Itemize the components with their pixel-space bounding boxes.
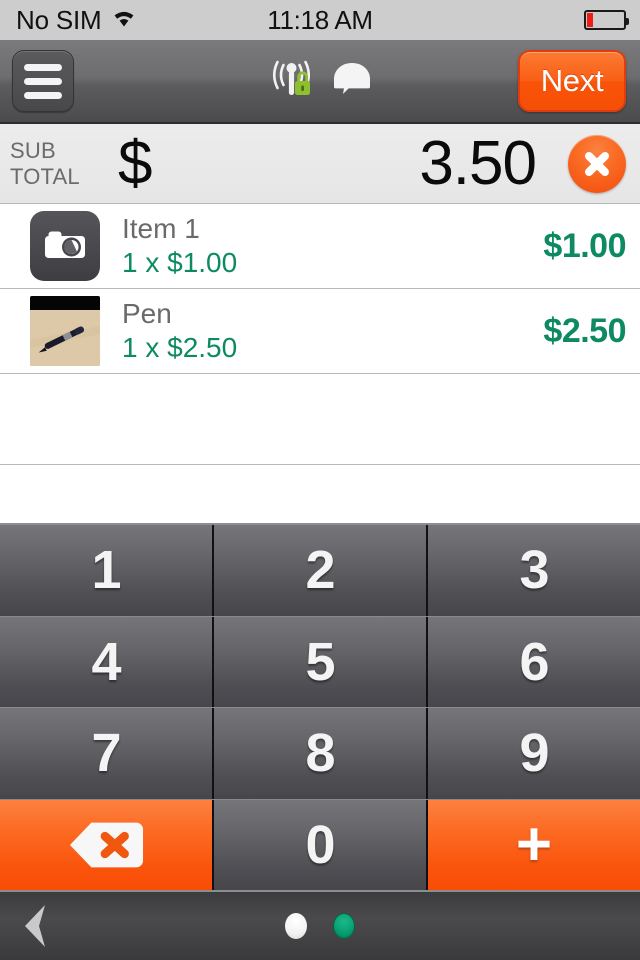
key-5[interactable]: 5 bbox=[214, 616, 428, 707]
table-row[interactable]: Item 1 1 x $1.00 $1.00 bbox=[0, 204, 640, 289]
key-3[interactable]: 3 bbox=[428, 525, 640, 616]
pen-photo bbox=[30, 296, 100, 366]
hamburger-menu-button[interactable] bbox=[12, 50, 74, 112]
menu-line-2 bbox=[24, 77, 62, 85]
key-label: 3 bbox=[519, 540, 549, 601]
keypad-row: 4 5 6 bbox=[0, 616, 640, 708]
key-2[interactable]: 2 bbox=[214, 525, 428, 616]
item-line-total: $2.50 bbox=[543, 311, 626, 350]
key-label: 7 bbox=[91, 723, 121, 784]
key-label: 0 bbox=[305, 814, 335, 875]
page-dot-2[interactable] bbox=[333, 913, 355, 939]
subtotal-label-line1: SUB bbox=[10, 137, 56, 163]
key-plus[interactable]: + bbox=[428, 799, 640, 890]
next-button[interactable]: Next bbox=[518, 50, 626, 112]
key-label: 4 bbox=[91, 631, 121, 692]
clear-amount-button[interactable] bbox=[568, 134, 626, 193]
key-1[interactable]: 1 bbox=[0, 525, 214, 616]
status-bar-right bbox=[584, 0, 629, 40]
status-time: 11:18 AM bbox=[267, 4, 373, 35]
status-bar: No SIM 11:18 AM bbox=[0, 0, 640, 40]
key-8[interactable]: 8 bbox=[214, 708, 428, 799]
key-6[interactable]: 6 bbox=[428, 616, 640, 707]
empty-list-row bbox=[0, 374, 640, 465]
key-label: 9 bbox=[519, 723, 549, 784]
battery-level-fill bbox=[587, 13, 593, 27]
camera-icon bbox=[30, 211, 100, 281]
key-label: 8 bbox=[305, 723, 335, 784]
key-0[interactable]: 0 bbox=[214, 799, 428, 890]
subtotal-amount: 3.50 bbox=[419, 128, 537, 198]
item-quantity-price: 1 x $1.00 bbox=[122, 247, 238, 278]
key-9[interactable]: 9 bbox=[428, 708, 640, 799]
key-label: 1 bbox=[91, 540, 121, 601]
empty-list-row bbox=[0, 465, 640, 523]
backspace-delete-icon bbox=[68, 821, 144, 869]
menu-line-3 bbox=[24, 91, 62, 99]
bottom-toolbar bbox=[0, 890, 640, 960]
subtotal-bar: SUB TOTAL $ 3.50 bbox=[0, 124, 640, 204]
close-x-icon bbox=[585, 151, 609, 176]
subtotal-label-line2: TOTAL bbox=[10, 163, 80, 189]
keypad-row: 0 + bbox=[0, 799, 640, 890]
menu-line-1 bbox=[24, 63, 62, 71]
next-button-label: Next bbox=[540, 63, 604, 98]
plus-icon: + bbox=[515, 809, 553, 879]
speech-bubble-icon bbox=[330, 60, 374, 103]
item-thumbnail bbox=[30, 211, 100, 281]
currency-symbol: $ bbox=[118, 128, 153, 198]
page-dot-1[interactable] bbox=[285, 913, 307, 939]
keypad-row: 7 8 9 bbox=[0, 708, 640, 800]
battery-icon bbox=[584, 10, 629, 30]
key-label: 2 bbox=[305, 540, 335, 601]
cart-item-list[interactable]: Item 1 1 x $1.00 $1.00 Pen 1 x $2.50 $2.… bbox=[0, 204, 640, 523]
navigation-bar: Next bbox=[0, 40, 640, 124]
antenna-broadcast-secure-icon bbox=[266, 57, 320, 106]
key-4[interactable]: 4 bbox=[0, 616, 214, 707]
key-7[interactable]: 7 bbox=[0, 708, 214, 799]
item-thumbnail bbox=[30, 296, 100, 366]
page-indicator bbox=[0, 913, 640, 939]
numeric-keypad[interactable]: 1 2 3 4 5 6 7 8 9 0 + bbox=[0, 523, 640, 890]
table-row[interactable]: Pen 1 x $2.50 $2.50 bbox=[0, 289, 640, 374]
key-label: 5 bbox=[305, 631, 335, 692]
item-text-block: Item 1 1 x $1.00 bbox=[122, 214, 237, 278]
item-name: Item 1 bbox=[122, 213, 200, 244]
app-screen: No SIM 11:18 AM Next SUB TOTAL $ 3.50 It… bbox=[0, 0, 640, 960]
subtotal-label: SUB TOTAL bbox=[10, 138, 100, 190]
item-text-block: Pen 1 x $2.50 bbox=[122, 299, 237, 363]
item-quantity-price: 1 x $2.50 bbox=[122, 332, 238, 363]
item-name: Pen bbox=[122, 298, 172, 329]
key-label: 6 bbox=[519, 631, 549, 692]
keypad-row: 1 2 3 bbox=[0, 525, 640, 617]
key-backspace[interactable] bbox=[0, 799, 214, 890]
item-line-total: $1.00 bbox=[543, 226, 626, 265]
